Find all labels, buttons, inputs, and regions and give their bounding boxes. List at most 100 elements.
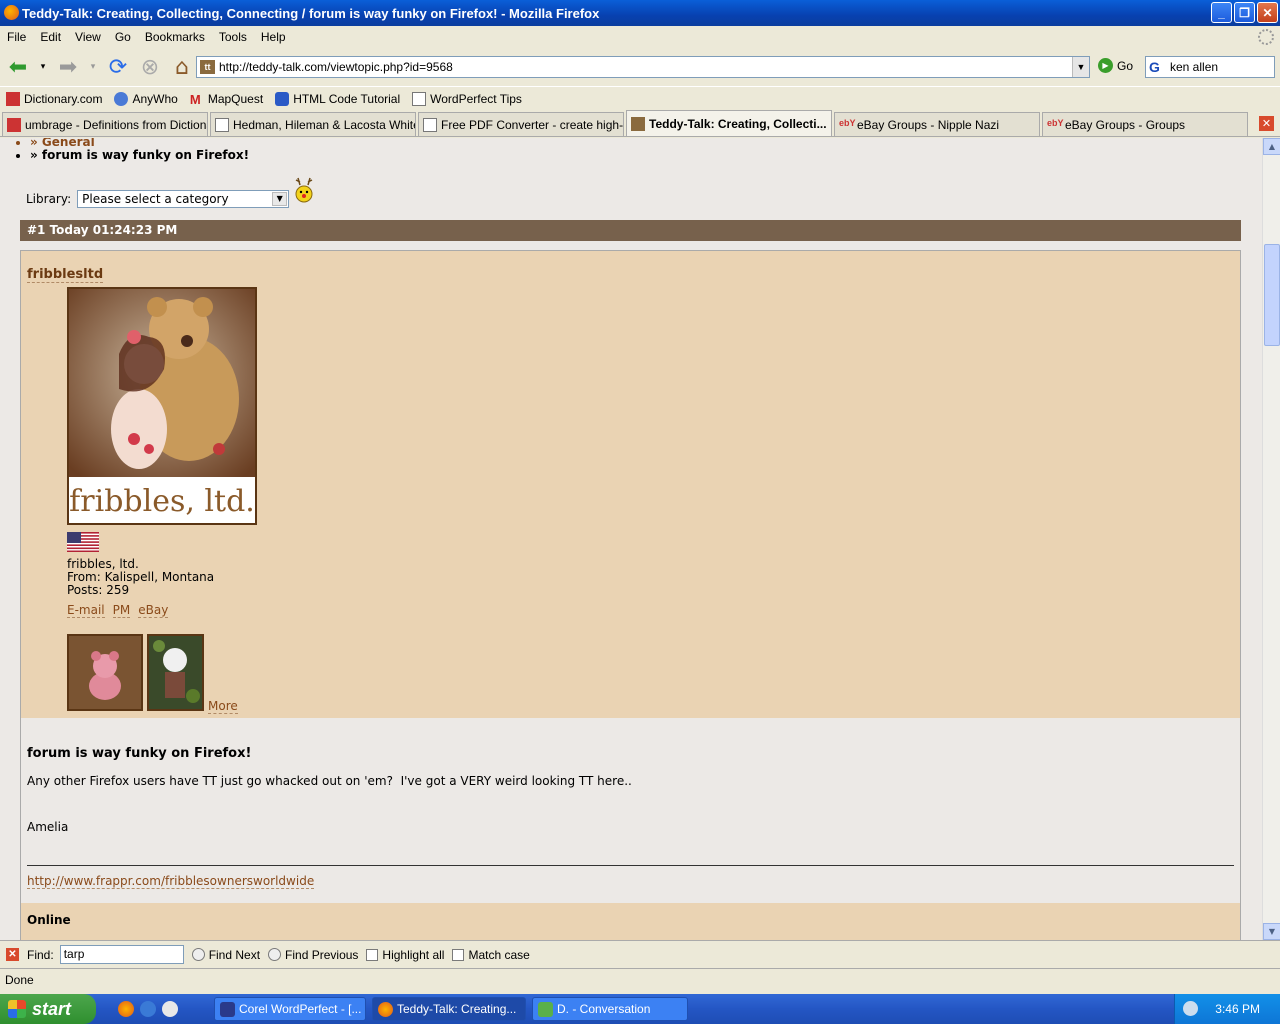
gallery-thumbnail[interactable] — [147, 634, 204, 711]
scroll-up-icon[interactable]: ▲ — [1263, 138, 1280, 155]
find-next-icon — [191, 948, 205, 961]
find-previous-button[interactable]: Find Previous — [268, 948, 358, 962]
bookmark-wordperfect[interactable]: WordPerfect Tips — [406, 91, 528, 106]
firefox-icon[interactable] — [118, 1001, 134, 1017]
menu-file[interactable]: File — [0, 30, 33, 44]
vertical-scrollbar[interactable]: ▲ ▼ — [1262, 138, 1280, 940]
home-icon[interactable]: ⌂ — [168, 53, 196, 81]
reload-icon[interactable]: ⟳ — [104, 53, 132, 81]
info-icon — [275, 91, 290, 106]
tray-expand-icon[interactable] — [1183, 1001, 1198, 1016]
library-select[interactable]: Please select a category ▼ — [77, 190, 290, 208]
find-previous-icon — [268, 948, 282, 961]
start-button[interactable]: start — [0, 994, 96, 1024]
bookmark-dictionary[interactable]: Dictionary.com — [0, 91, 108, 106]
find-next-button[interactable]: Find Next — [191, 948, 260, 962]
task-firefox[interactable]: Teddy-Talk: Creating... — [372, 997, 526, 1021]
url-dropdown-icon[interactable]: ▼ — [1072, 57, 1089, 77]
close-button[interactable]: ✕ — [1257, 2, 1278, 23]
back-arrow-icon[interactable]: ⬅ — [4, 53, 32, 81]
menu-help[interactable]: Help — [254, 30, 293, 44]
checkbox-icon — [452, 948, 465, 961]
avatar: fribbles, ltd. — [67, 287, 257, 525]
post-body-text: Any other Firefox users have TT just go … — [27, 774, 632, 788]
highlight-icon — [366, 948, 379, 961]
media-player-icon[interactable] — [162, 1001, 178, 1017]
menu-edit[interactable]: Edit — [33, 30, 68, 44]
library-label: Library: — [26, 192, 72, 206]
user-links: E-mail PM eBay — [67, 603, 169, 618]
app-icon[interactable] — [140, 1001, 156, 1017]
email-link[interactable]: E-mail — [67, 603, 105, 618]
minimize-button[interactable]: _ — [1211, 2, 1232, 23]
back-dropdown-icon[interactable]: ▾ — [36, 53, 50, 81]
ebay-icon: ebY — [1047, 117, 1064, 128]
title-bar: Teddy-Talk: Creating, Collecting, Connec… — [0, 0, 1280, 26]
tab-teddy-talk[interactable]: Teddy-Talk: Creating, Collecti... — [626, 110, 832, 136]
menu-bar: File Edit View Go Bookmarks Tools Help — [0, 26, 1280, 48]
find-input[interactable]: tarp — [59, 945, 184, 964]
ebay-link[interactable]: eBay — [138, 603, 169, 618]
menu-view[interactable]: View — [68, 30, 108, 44]
site-favicon-icon: tt — [200, 60, 215, 74]
bookmarks-toolbar: Dictionary.com AnyWho M MapQuest HTML Cod… — [0, 86, 1280, 110]
throbber-icon — [1258, 29, 1274, 45]
google-icon[interactable]: G — [1149, 59, 1160, 75]
more-gallery-link[interactable]: More — [208, 699, 238, 714]
bookmark-anywho[interactable]: AnyWho — [108, 91, 183, 106]
find-bar: ✕ Find: tarp Find Next Find Previous Hig… — [0, 940, 1280, 968]
signature-divider — [27, 865, 1234, 866]
gallery-thumbnail[interactable] — [67, 634, 143, 711]
go-label: Go — [1117, 58, 1134, 73]
tab-ebay-groups[interactable]: ebY eBay Groups - Groups — [1042, 112, 1248, 136]
post: fribblesltd fribbles, ltd. fribbles, ltd… — [20, 250, 1241, 940]
restore-button[interactable]: ❐ — [1234, 2, 1255, 23]
pm-link[interactable]: PM — [112, 603, 131, 618]
bookmark-html-tutorial[interactable]: HTML Code Tutorial — [269, 91, 406, 106]
menu-tools[interactable]: Tools — [212, 30, 254, 44]
forward-dropdown-icon[interactable]: ▾ — [86, 53, 100, 81]
pink-bear-thumbnail-image — [69, 636, 141, 709]
forward-arrow-icon[interactable]: ➡ — [54, 53, 82, 81]
scrollbar-thumb[interactable] — [1264, 244, 1280, 346]
tab-pdf-converter[interactable]: Free PDF Converter - create high-... — [418, 112, 624, 136]
tab-ebay-nipple-nazi[interactable]: ebY eBay Groups - Nipple Nazi — [834, 112, 1040, 136]
post-subject: forum is way funky on Firefox! — [27, 746, 252, 761]
chevron-down-icon: ▼ — [272, 192, 288, 206]
task-conversation[interactable]: D. - Conversation — [532, 997, 688, 1021]
bookmark-mapquest[interactable]: M MapQuest — [184, 92, 269, 107]
go-arrow-icon: ▶ — [1098, 58, 1113, 73]
close-tab-icon[interactable]: ✕ — [1259, 116, 1274, 131]
post-header: #1 Today 01:24:23 PM — [20, 220, 1241, 241]
highlight-all-button[interactable]: Highlight all — [366, 948, 444, 962]
taskbar: start Corel WordPerfect - [... Teddy-Tal… — [0, 994, 1280, 1024]
close-find-icon[interactable]: ✕ — [6, 948, 19, 961]
menu-go[interactable]: Go — [108, 30, 138, 44]
reindeer-smiley-icon — [295, 177, 313, 203]
tab-umbrage[interactable]: umbrage - Definitions from Dictiona... — [2, 112, 208, 136]
go-button[interactable]: ▶ Go — [1098, 58, 1133, 73]
task-wordperfect[interactable]: Corel WordPerfect - [... — [214, 997, 366, 1021]
username-link[interactable]: fribblesltd — [27, 267, 104, 283]
tab-hedman[interactable]: Hedman, Hileman & Lacosta Whitef... — [210, 112, 416, 136]
dictionary-icon — [7, 117, 21, 132]
firefox-icon — [4, 5, 19, 20]
stop-icon[interactable]: ⊗ — [136, 53, 164, 81]
search-input[interactable]: G ken allen — [1145, 56, 1275, 78]
signature-link[interactable]: http://www.frappr.com/fribblesownersworl… — [27, 874, 315, 889]
url-bar[interactable]: tt http://teddy-talk.com/viewtopic.php?i… — [196, 56, 1090, 78]
tab-strip: umbrage - Definitions from Dictiona... H… — [0, 110, 1280, 137]
menu-bookmarks[interactable]: Bookmarks — [138, 30, 212, 44]
site-favicon-icon — [631, 116, 645, 131]
globe-icon — [114, 91, 129, 106]
user-panel: fribblesltd fribbles, ltd. fribbles, ltd… — [21, 251, 1240, 718]
user-post-count: Posts: 259 — [67, 583, 130, 597]
match-case-checkbox[interactable]: Match case — [452, 948, 530, 962]
scroll-down-icon[interactable]: ▼ — [1263, 923, 1280, 940]
messenger-icon — [538, 1002, 553, 1017]
crumb-topic: » forum is way funky on Firefox! — [30, 149, 249, 162]
system-tray: 3:46 PM — [1174, 994, 1280, 1024]
clock: 3:46 PM — [1215, 1002, 1260, 1016]
us-flag-icon — [67, 532, 99, 552]
dictionary-icon — [6, 91, 20, 106]
